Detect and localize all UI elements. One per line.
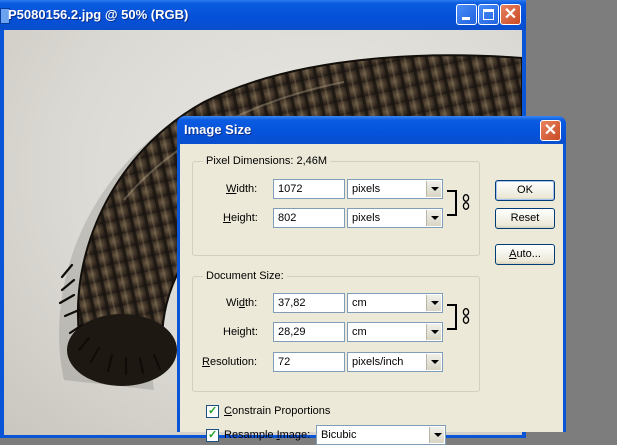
doc-link-bracket xyxy=(447,304,457,330)
pixel-width-unit-value: pixels xyxy=(352,183,381,195)
resample-image-checkbox[interactable]: ✓ xyxy=(206,429,219,442)
close-icon: ✕ xyxy=(543,122,558,139)
close-icon: ✕ xyxy=(503,6,518,23)
doc-width-label: Width: xyxy=(226,297,258,309)
chevron-down-icon xyxy=(426,324,441,340)
close-button[interactable]: ✕ xyxy=(500,4,521,25)
dialog-body: Pixel Dimensions: 2,46M Width: 1072 pixe… xyxy=(180,144,563,445)
document-size-label: Document Size: xyxy=(203,270,287,282)
chevron-down-icon xyxy=(429,427,444,443)
doc-height-input[interactable]: 28,29 xyxy=(273,322,345,342)
constrain-proportions-label[interactable]: Constrain Proportions xyxy=(224,405,330,417)
resolution-input[interactable]: 72 xyxy=(273,352,345,372)
resolution-unit-value: pixels/inch xyxy=(352,356,404,368)
checkmark-icon: ✓ xyxy=(208,405,218,417)
resolution-label: Resolution: xyxy=(202,356,258,368)
pixel-dimensions-size: 2,46M xyxy=(296,155,328,167)
pixel-width-label: Width: xyxy=(226,183,258,195)
image-size-dialog: Image Size ✕ Pixel Dimensions: 2,46M Wid… xyxy=(177,116,566,445)
chevron-down-icon xyxy=(426,354,441,370)
pixel-height-label: Height: xyxy=(223,212,258,224)
chain-link-icon xyxy=(462,308,470,324)
doc-width-unit-value: cm xyxy=(352,297,367,309)
pixel-width-unit-select[interactable]: pixels xyxy=(347,179,443,199)
dialog-close-button[interactable]: ✕ xyxy=(540,120,561,141)
pixel-dimensions-heading: Pixel Dimensions: 2,46M xyxy=(203,155,331,167)
doc-width-unit-select[interactable]: cm xyxy=(347,293,443,313)
resample-method-select[interactable]: Bicubic xyxy=(316,425,446,445)
chevron-down-icon xyxy=(426,295,441,311)
doc-width-input[interactable]: 37,82 xyxy=(273,293,345,313)
constrain-proportions-checkbox[interactable]: ✓ xyxy=(206,405,219,418)
doc-height-unit-value: cm xyxy=(352,326,367,338)
auto-button[interactable]: Auto... xyxy=(495,244,555,265)
dialog-title: Image Size xyxy=(184,122,252,137)
pixel-link-bracket xyxy=(447,190,457,216)
document-title: P5080156.2.jpg @ 50% (RGB) xyxy=(8,7,189,22)
checkmark-icon: ✓ xyxy=(208,429,218,441)
maximize-icon xyxy=(483,9,494,20)
doc-height-label: Height: xyxy=(223,326,258,338)
ok-button[interactable]: OK xyxy=(495,180,555,201)
reset-button[interactable]: Reset xyxy=(495,208,555,229)
maximize-button[interactable] xyxy=(478,4,499,25)
resample-method-value: Bicubic xyxy=(321,429,357,441)
resolution-unit-select[interactable]: pixels/inch xyxy=(347,352,443,372)
pixel-height-input[interactable]: 802 xyxy=(273,208,345,228)
dialog-titlebar[interactable]: Image Size ✕ xyxy=(177,116,566,144)
document-titlebar[interactable]: P5080156.2.jpg @ 50% (RGB) ✕ xyxy=(0,0,526,30)
resample-image-label[interactable]: Resample Image: xyxy=(224,429,310,441)
doc-height-unit-select[interactable]: cm xyxy=(347,322,443,342)
minimize-icon xyxy=(462,17,470,20)
chain-link-icon xyxy=(462,194,470,210)
pixel-height-unit-value: pixels xyxy=(352,212,381,224)
pixel-width-input[interactable]: 1072 xyxy=(273,179,345,199)
chevron-down-icon xyxy=(426,181,441,197)
pixel-height-unit-select[interactable]: pixels xyxy=(347,208,443,228)
pixel-dimensions-label: Pixel Dimensions: xyxy=(206,155,294,167)
minimize-button[interactable] xyxy=(456,4,477,25)
chevron-down-icon xyxy=(426,210,441,226)
